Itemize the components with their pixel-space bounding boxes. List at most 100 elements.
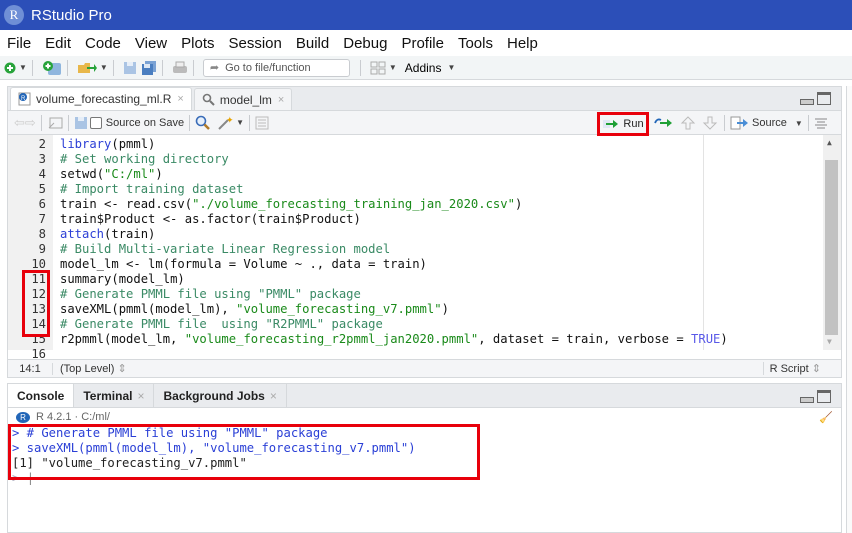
menu-plots[interactable]: Plots <box>181 35 214 52</box>
console-pane: Console Terminal × Background Jobs × R R 4… <box>7 383 842 533</box>
arrow-up-icon[interactable] <box>679 115 697 131</box>
code-text: train$Product <- as.factor(train$Product… <box>60 212 361 226</box>
menu-tools[interactable]: Tools <box>458 35 493 52</box>
close-tab-icon[interactable]: × <box>137 389 144 403</box>
source-editor-pane: R volume_forecasting_ml.R × model_lm × ⇦… <box>7 86 842 378</box>
save-all-button[interactable] <box>141 59 157 77</box>
magic-wand-icon: ✦ <box>218 115 233 130</box>
updown-icon: ⇕ <box>811 363 821 375</box>
tab-console[interactable]: Console <box>8 384 75 407</box>
back-forward-icon[interactable]: ⇦⇨ <box>14 115 36 131</box>
show-in-window-icon[interactable] <box>47 116 63 130</box>
tab-volume-forecasting-ml[interactable]: R volume_forecasting_ml.R × <box>10 87 192 110</box>
menu-help[interactable]: Help <box>507 35 538 52</box>
minimize-pane-button[interactable] <box>800 396 814 403</box>
close-tab-icon[interactable]: × <box>177 93 183 105</box>
open-file-button[interactable]: ▼ <box>77 59 108 77</box>
code-text: model_lm <- lm(formula = Volume ~ ., dat… <box>60 257 427 271</box>
highlight-box-line-numbers <box>22 270 50 337</box>
menu-build[interactable]: Build <box>296 35 329 52</box>
editor-vertical-scrollbar[interactable]: ▲ ▼ <box>823 135 841 350</box>
new-project-button[interactable] <box>42 59 62 77</box>
divider <box>249 114 250 131</box>
code-text: # Build Multi-variate Linear Regression … <box>60 242 391 256</box>
maximize-pane-button[interactable] <box>817 92 831 105</box>
new-file-button[interactable]: ▼ <box>4 59 27 77</box>
tab-model-lm[interactable]: model_lm × <box>193 88 293 110</box>
source-button[interactable]: Source ▼ <box>730 116 803 130</box>
new-file-icon <box>4 62 16 73</box>
maximize-pane-button[interactable] <box>817 390 831 403</box>
arrow-down-icon[interactable] <box>701 115 719 131</box>
divider <box>807 115 809 131</box>
tab-label: Console <box>17 388 65 403</box>
run-button[interactable]: Run <box>597 112 649 136</box>
folder-open-icon <box>77 62 97 73</box>
search-icon <box>202 93 215 106</box>
code-text: # Generate PMML file using "R2PMML" pack… <box>60 317 383 331</box>
print-button[interactable] <box>172 59 188 77</box>
menu-edit[interactable]: Edit <box>45 35 71 52</box>
go-to-file-placeholder: Go to file/function <box>225 61 311 74</box>
chevron-down-icon[interactable]: ▼ <box>795 119 803 128</box>
menu-debug[interactable]: Debug <box>343 35 387 52</box>
tab-label: Background Jobs <box>163 388 265 403</box>
divider <box>66 59 68 76</box>
tab-label: model_lm <box>219 92 272 107</box>
menu-view[interactable]: View <box>135 35 167 52</box>
line-number: 9 <box>38 242 46 256</box>
document-outline-icon[interactable] <box>814 117 828 129</box>
line-number: 6 <box>38 197 46 211</box>
addins-label: Addins <box>404 60 442 75</box>
close-tab-icon[interactable]: × <box>278 94 284 106</box>
chevron-down-icon[interactable]: ▼ <box>100 63 108 72</box>
chevron-down-icon[interactable]: ▼ <box>19 63 27 72</box>
rerun-icon[interactable] <box>653 117 673 129</box>
print-icon <box>172 61 187 73</box>
source-icon <box>730 116 748 130</box>
workspace-panes-button[interactable]: ▼ <box>370 59 397 77</box>
scope-selector[interactable]: (Top Level) ⇕ <box>60 362 127 375</box>
rstudio-logo-icon: R <box>4 5 24 25</box>
divider <box>359 59 361 76</box>
code-text: r2pmml(model_lm, "volume_forecasting_r2p… <box>60 332 728 346</box>
window-title: RStudio Pro <box>31 6 112 24</box>
save-button[interactable] <box>123 59 137 77</box>
compile-report-icon[interactable] <box>255 116 269 130</box>
line-number: 4 <box>38 167 46 181</box>
margin-line <box>703 135 704 350</box>
new-project-icon <box>42 60 61 75</box>
code-text: # Import training dataset <box>60 182 244 196</box>
menu-profile[interactable]: Profile <box>401 35 444 52</box>
addins-menu[interactable]: Addins ▼ <box>405 61 456 75</box>
tab-label: Terminal <box>83 388 133 403</box>
scroll-up-icon[interactable]: ▲ <box>827 138 832 147</box>
source-on-save-checkbox[interactable] <box>89 116 102 129</box>
clear-console-icon[interactable]: 🧹 <box>819 411 833 424</box>
scroll-down-icon[interactable]: ▼ <box>827 337 832 346</box>
editor-toolbar: ⇦⇨ Source on Save ✦ ▼ Run Source ▼ <box>8 111 841 136</box>
menu-code[interactable]: Code <box>85 35 121 52</box>
minimize-pane-button[interactable] <box>800 98 814 105</box>
scrollbar-thumb[interactable] <box>825 160 838 335</box>
divider <box>161 59 163 76</box>
scope-label: (Top Level) <box>60 363 115 375</box>
menu-session[interactable]: Session <box>229 35 282 52</box>
menu-file[interactable]: File <box>7 35 31 52</box>
find-replace-icon[interactable] <box>195 115 211 131</box>
editor-status-bar: 14:1 (Top Level) ⇕ R Script ⇕ <box>8 359 841 377</box>
close-tab-icon[interactable]: × <box>270 389 277 403</box>
tab-terminal[interactable]: Terminal × <box>74 384 155 407</box>
line-number: 7 <box>38 212 46 226</box>
go-to-file-input[interactable]: ➦ Go to file/function <box>202 58 350 77</box>
chevron-down-icon[interactable]: ▼ <box>389 63 397 72</box>
save-icon[interactable] <box>74 116 88 130</box>
code-text: library(pmml) <box>60 137 156 151</box>
code-tools-button[interactable]: ✦ ▼ <box>217 115 244 131</box>
code-editor[interactable]: 2 library(pmml) 3 # Set working directory 4 s… <box>8 135 841 361</box>
line-number: 2 <box>38 137 46 151</box>
tab-background-jobs[interactable]: Background Jobs × <box>154 384 287 407</box>
pane-window-controls <box>800 390 831 403</box>
filetype-selector[interactable]: R Script ⇕ <box>762 362 821 375</box>
line-number: 3 <box>38 152 46 166</box>
